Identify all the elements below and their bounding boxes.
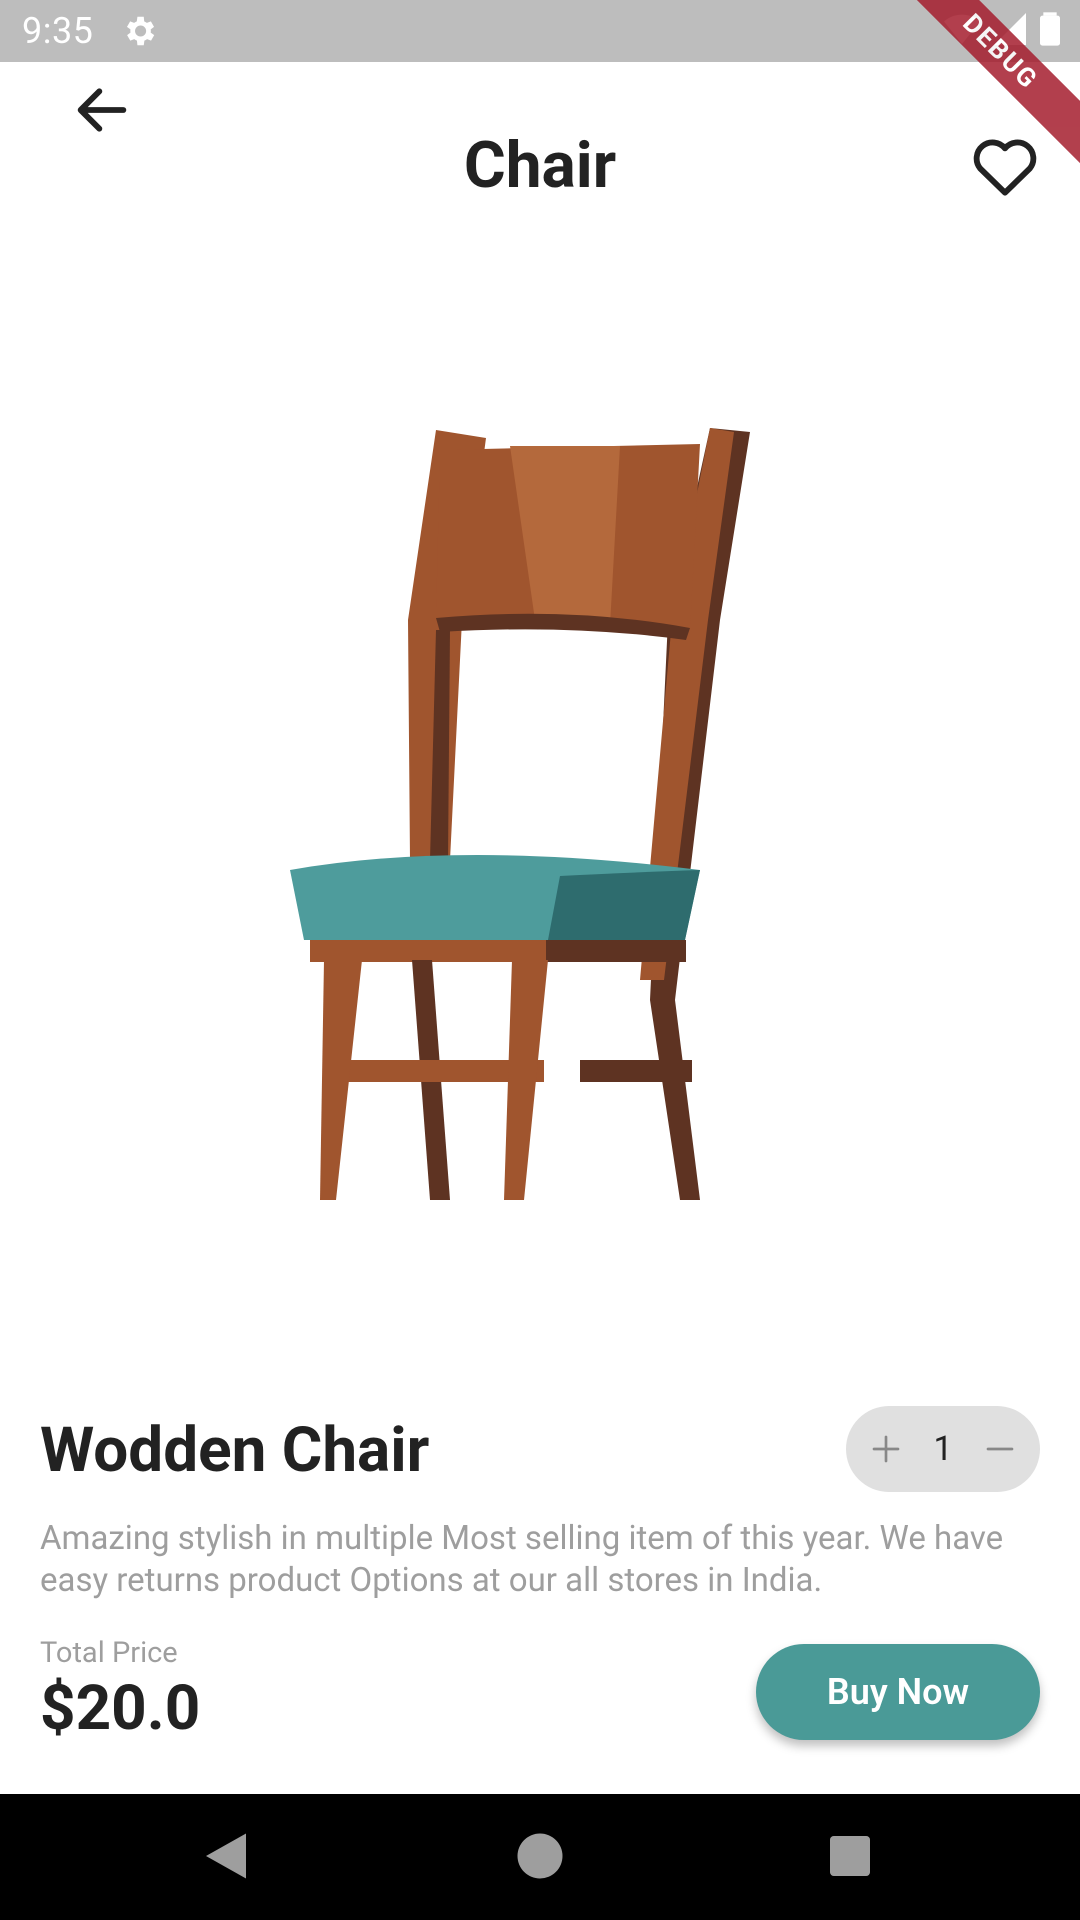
buy-now-button[interactable]: Buy Now — [756, 1644, 1040, 1740]
quantity-stepper: 1 — [846, 1406, 1040, 1492]
total-price-value: $20.0 — [40, 1672, 201, 1745]
plus-icon — [872, 1435, 900, 1463]
quantity-value: 1 — [933, 1429, 953, 1469]
increment-button[interactable] — [864, 1427, 908, 1471]
minus-icon — [986, 1447, 1014, 1451]
status-time: 9:35 — [22, 10, 94, 52]
product-description: Amazing stylish in multiple Most selling… — [40, 1519, 1004, 1600]
nav-home-circle-icon[interactable] — [510, 1826, 570, 1886]
nav-back-triangle-icon[interactable] — [196, 1826, 256, 1886]
battery-icon — [1040, 12, 1060, 46]
chair-image — [290, 428, 750, 1200]
page-title: Chair — [463, 128, 617, 203]
status-bar: 9:35 — [0, 0, 1080, 62]
nav-recents-square-icon[interactable] — [820, 1826, 880, 1886]
system-nav-bar — [0, 1794, 1080, 1920]
product-name: Wodden Chair — [40, 1414, 430, 1487]
decrement-button[interactable] — [978, 1427, 1022, 1471]
total-price-label: Total Price — [40, 1636, 178, 1670]
settings-gear-icon — [126, 16, 155, 46]
favorite-heart-icon[interactable] — [970, 132, 1040, 198]
